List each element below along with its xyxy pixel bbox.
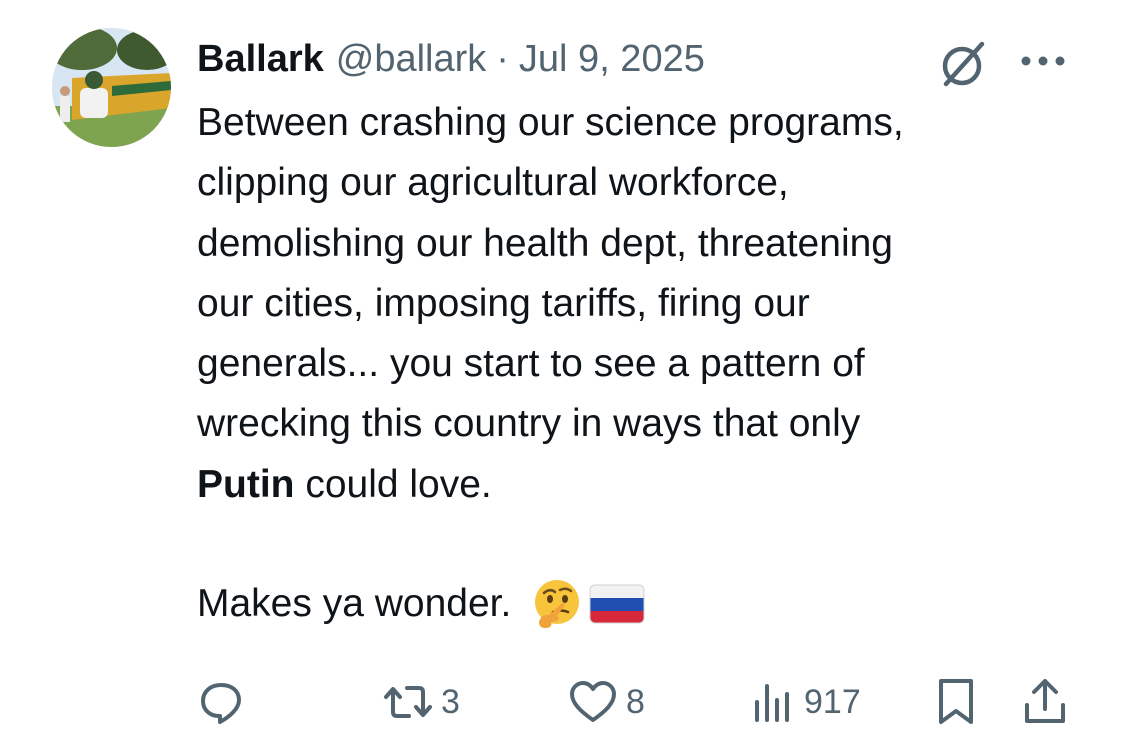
views-icon — [755, 684, 789, 722]
more-options-icon[interactable] — [1016, 46, 1070, 76]
views-button[interactable]: 917 — [752, 674, 861, 730]
post-text-line: our cities, imposing tariffs, firing our — [197, 281, 810, 325]
user-handle[interactable]: @ballark — [336, 38, 487, 81]
closing-text: Makes ya wonder. — [197, 582, 512, 625]
grok-icon[interactable] — [936, 36, 992, 92]
avatar[interactable] — [52, 28, 171, 147]
display-name[interactable]: Ballark — [197, 38, 324, 81]
bookmark-button[interactable] — [935, 674, 977, 730]
repost-icon — [384, 686, 432, 718]
like-count: 8 — [626, 682, 645, 721]
post-text-line: clipping our agricultural workforce, — [197, 161, 789, 205]
post-text-line: wrecking this country in ways that only — [197, 402, 861, 446]
avatar-image — [52, 28, 171, 147]
post-text: Between crashing our science programs, c… — [197, 93, 1087, 515]
thinking-face-icon — [535, 580, 580, 628]
reply-button[interactable] — [197, 674, 245, 730]
post-text-fragment: could love. — [294, 462, 492, 506]
repost-button[interactable]: 3 — [383, 674, 460, 730]
heart-icon — [570, 681, 616, 722]
bookmark-icon — [939, 679, 973, 724]
share-icon — [1025, 679, 1065, 723]
post-text-line: demolishing our health dept, threatening — [197, 221, 893, 265]
like-button[interactable]: 8 — [568, 674, 645, 730]
reply-icon — [201, 683, 241, 724]
views-count: 917 — [804, 682, 861, 721]
bold-text: Putin — [197, 462, 295, 506]
separator-dot: · — [496, 37, 509, 80]
post-text-line: Between crashing our science programs, — [197, 101, 904, 144]
share-button[interactable] — [1022, 674, 1068, 730]
action-bar: 3 8 917 — [0, 674, 1125, 730]
post-timestamp[interactable]: Jul 9, 2025 — [519, 38, 705, 81]
flag-russia-icon — [589, 584, 645, 624]
post-text-line: generals... you start to see a pattern o… — [197, 342, 865, 386]
repost-count: 3 — [441, 682, 460, 721]
post-text-line: Putin could love. — [197, 455, 1087, 515]
post-header: Ballark @ballark · Jul 9, 2025 — [197, 33, 705, 85]
post-closing-line: Makes ya wonder. — [197, 574, 645, 634]
